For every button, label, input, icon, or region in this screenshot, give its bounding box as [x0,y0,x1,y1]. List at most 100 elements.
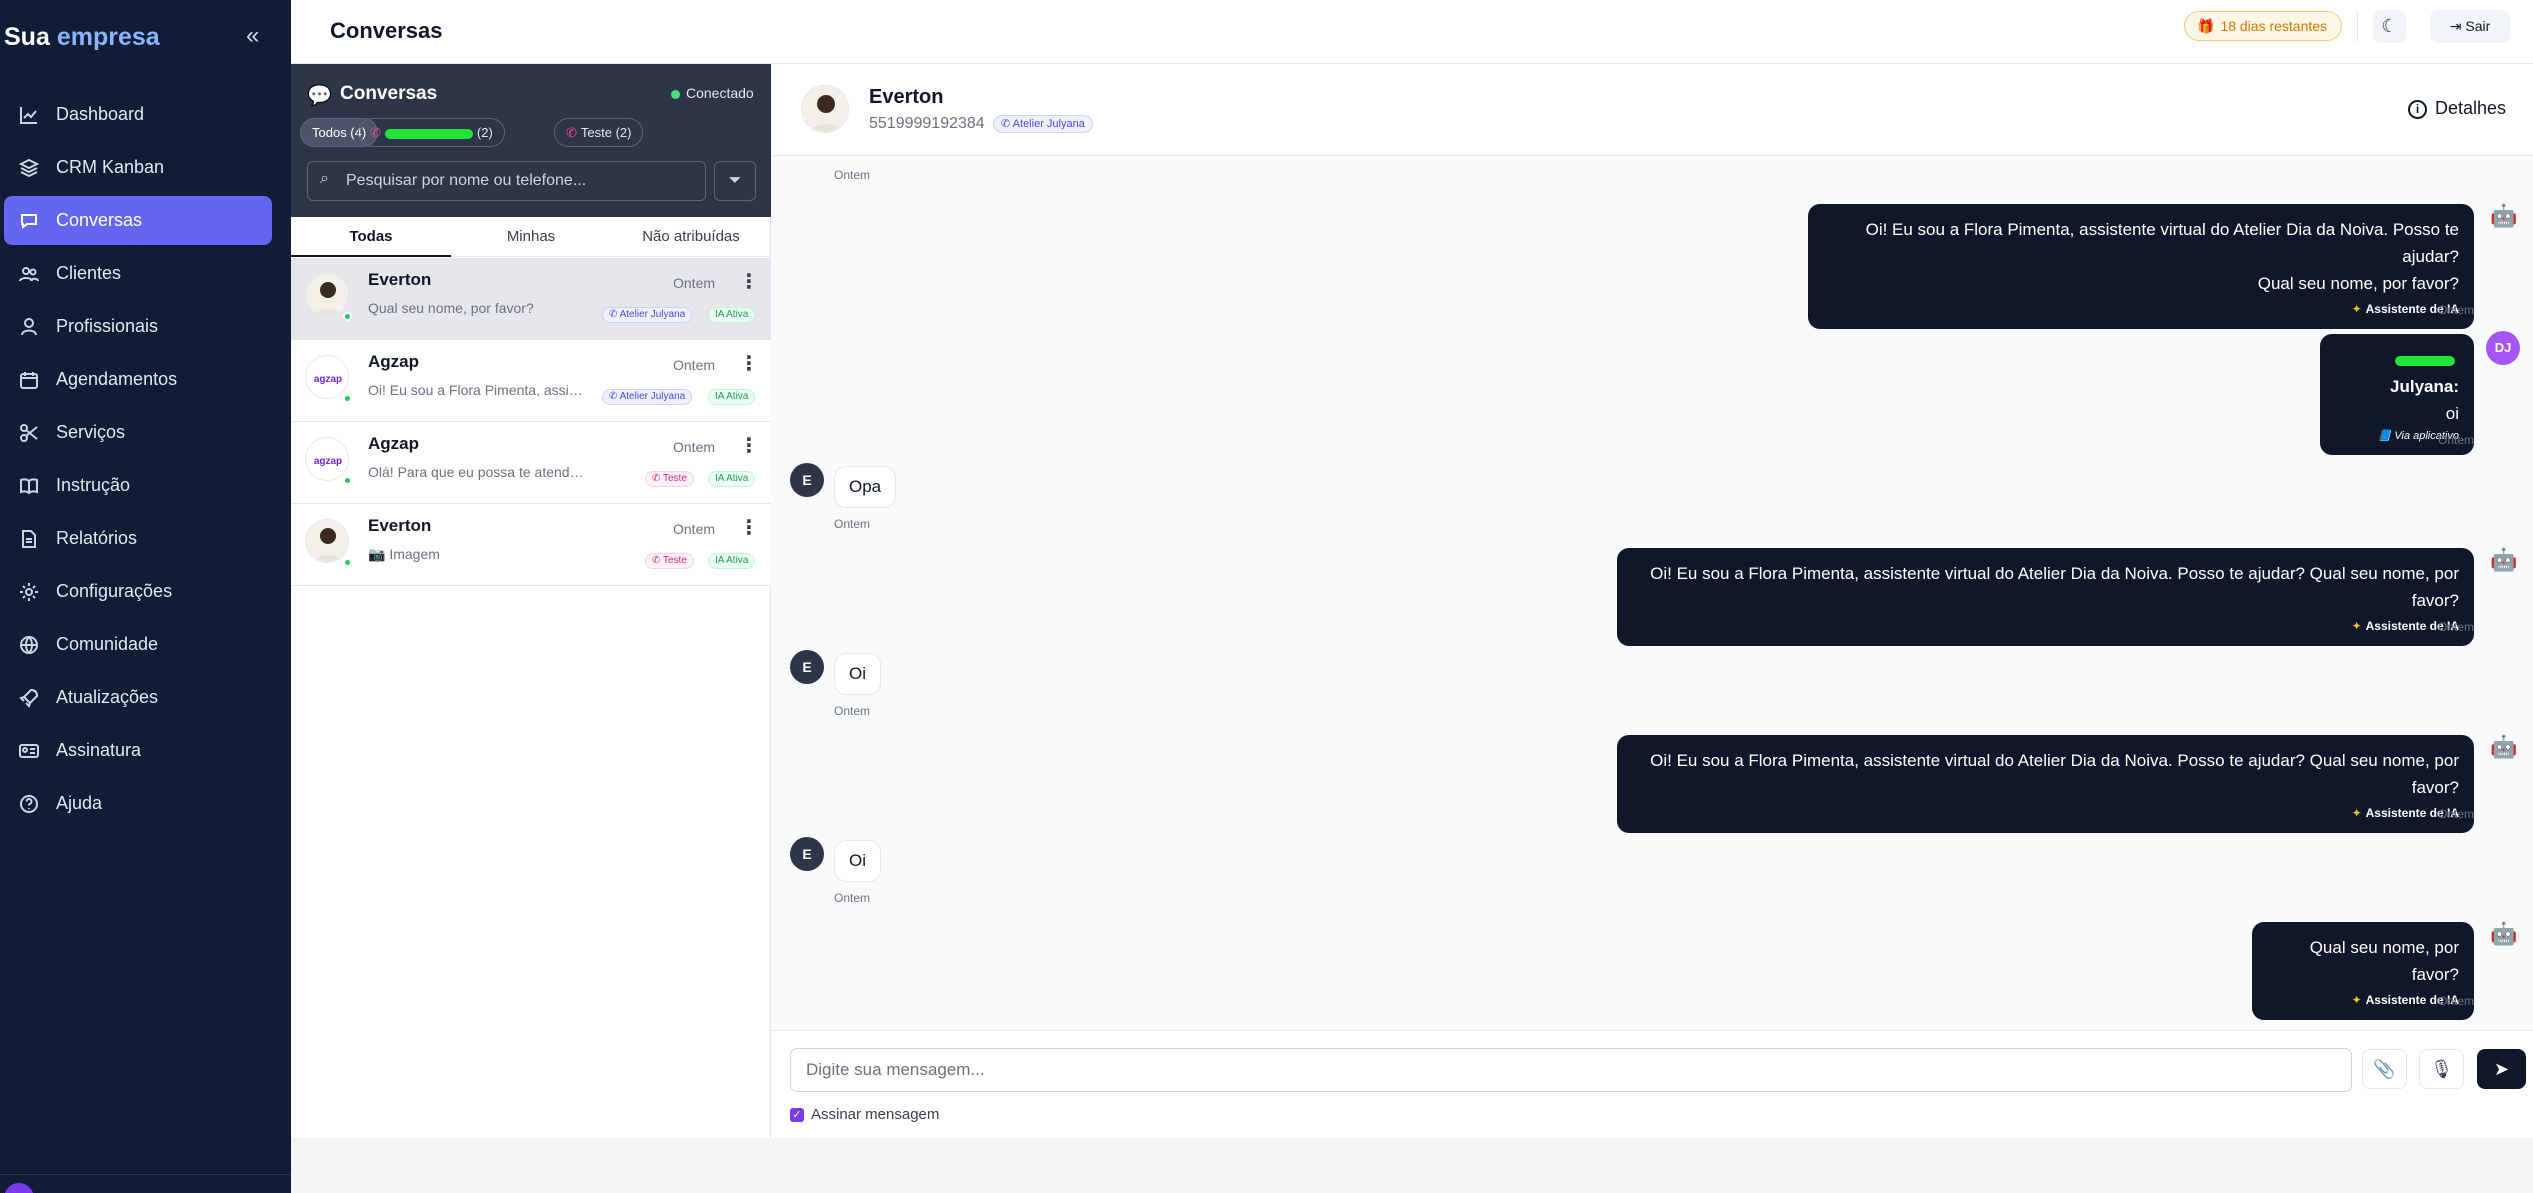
contact-avatar: E [790,463,824,497]
logout-button[interactable]: ⇥ Sair [2430,10,2510,43]
more-options-icon[interactable]: ⋮ [739,351,759,376]
details-button[interactable]: i Detalhes [2408,98,2506,119]
ai-status-badge: IA Ativa [708,307,756,323]
trial-badge[interactable]: 🎁 18 dias restantes [2184,11,2343,41]
message-list[interactable]: Ontem Oi! Eu sou a Flora Pimenta, assist… [772,157,2533,1029]
conversation-panel-header: 💬 Conversas Conectado Todos (4) ✆ (2) ✆ Te… [291,64,771,217]
sidebar-item-instrucao[interactable]: Instrução [4,461,272,510]
sidebar-nav: Dashboard CRM Kanban Conversas Clientes … [0,90,291,832]
checkbox-checked-icon: ✓ [790,1108,804,1123]
scissors-icon [20,423,38,442]
contact-avatar [305,273,349,317]
filter-button[interactable]: ⏷ [714,161,756,201]
conversation-item[interactable]: Everton Qual seu nome, por favor? Ontem … [291,258,771,340]
more-options-icon[interactable]: ⋮ [739,269,759,294]
ai-assistant-label: ✦ Assistente de IA [2351,302,2459,316]
conversation-time: Ontem [673,439,716,455]
send-button[interactable]: ➤ [2477,1049,2526,1089]
contact-message-bubble: Oi [834,840,881,882]
ai-status-badge: IA Ativa [708,471,756,487]
sidebar: Sua empresa « Dashboard CRM Kanban Conve… [0,0,291,1193]
sidebar-item-agendamentos[interactable]: Agendamentos [4,355,272,404]
sidebar-item-profissionais[interactable]: Profissionais [4,302,272,351]
rocket-icon [19,688,39,708]
chat-bubble-icon [21,213,37,229]
conversation-time: Ontem [673,275,716,291]
avatar[interactable] [4,1183,34,1193]
search-input[interactable] [307,161,706,201]
ai-message-bubble: Oi! Eu sou a Flora Pimenta, assistente v… [1808,204,2474,329]
conversation-item[interactable]: agzap Agzap Oi! Eu sou a Flora Pimenta, … [291,340,771,422]
funnel-icon: ⏷ [728,172,742,189]
id-card-icon [19,743,39,758]
sparkle-icon: ✦ [2351,806,2362,820]
svg-text:agzap: agzap [314,374,342,385]
message-composer: 📎 🎙 ➤ ✓Assinar mensagem [772,1030,2533,1138]
robot-icon: 🤖 [2490,734,2518,759]
sidebar-item-conversas[interactable]: Conversas [4,196,272,245]
collapse-sidebar-icon[interactable]: « [246,24,268,49]
ai-assistant-label: ✦ Assistente de IA [2351,619,2459,633]
conversation-item[interactable]: agzap Agzap Olá! Para que eu possa te at… [291,422,771,504]
message-preview: Olá! Para que eu possa te atender melhor… [368,464,588,480]
contact-name: Agzap [368,434,419,453]
book-icon: 📘 [2377,430,2392,442]
sidebar-item-assinatura[interactable]: Assinatura [4,726,272,775]
sidebar-item-atualizacoes[interactable]: Atualizações [4,673,272,722]
contact-avatar[interactable] [801,85,849,133]
tab-nao-atribuidas[interactable]: Não atribuídas [611,217,771,257]
sidebar-item-relatorios[interactable]: Relatórios [4,514,272,563]
theme-toggle-button[interactable]: ☾ [2373,10,2406,43]
ai-status-badge: IA Ativa [708,553,756,569]
conversation-item[interactable]: Everton 📷 Imagem Ontem ⋮ ✆ Teste IA Ativ… [291,504,771,586]
contact-avatar: E [790,837,824,871]
contact-avatar [305,519,349,563]
brand-logo[interactable]: Sua empresa [4,23,160,52]
sign-message-checkbox[interactable]: ✓ Assinar mensagem [790,1106,939,1123]
tab-todas[interactable]: Todas [291,217,451,257]
sidebar-item-ajuda[interactable]: Ajuda [4,779,272,828]
tab-minhas[interactable]: Minhas [451,217,611,257]
redacted-label [2395,355,2455,366]
more-options-icon[interactable]: ⋮ [739,515,759,540]
filter-chip-instance[interactable]: ✆ (2) [358,118,505,147]
chart-line-icon [20,106,37,124]
report-icon [22,529,36,548]
message-time: Ontem [2438,620,2475,634]
paperclip-icon: 📎 [2373,1059,2396,1079]
ai-message-bubble: Oi! Eu sou a Flora Pimenta, assistente v… [1617,735,2474,833]
filter-chip-teste[interactable]: ✆ Teste (2) [554,118,644,147]
sidebar-item-comunidade[interactable]: Comunidade [4,620,272,669]
connection-status: Conectado [671,85,754,101]
instance-tag: ✆ Atelier Julyana [993,115,1093,133]
attach-button[interactable]: 📎 [2362,1049,2407,1089]
message-input[interactable] [790,1048,2352,1092]
voice-record-button[interactable]: 🎙 [2419,1049,2464,1089]
divider [2357,12,2358,42]
moon-icon: ☾ [2381,16,2398,36]
sidebar-item-clientes[interactable]: Clientes [4,249,272,298]
message-time: Ontem [2438,433,2475,447]
message-time: Ontem [834,704,871,718]
redacted-label [384,128,473,139]
robot-icon: 🤖 [2490,921,2518,946]
message-time: Ontem [2438,807,2475,821]
ai-message-bubble: Oi! Eu sou a Flora Pimenta, assistente v… [1617,548,2474,646]
sidebar-item-crm-kanban[interactable]: CRM Kanban [4,143,272,192]
more-options-icon[interactable]: ⋮ [739,433,759,458]
sidebar-item-configuracoes[interactable]: Configurações [4,567,272,616]
sidebar-item-servicos[interactable]: Serviços [4,408,272,457]
message-preview: Qual seu nome, por favor? [368,300,534,316]
phone-icon: ✆ [566,125,577,140]
contact-name: Agzap [368,352,419,371]
agzap-logo: agzap [305,355,349,399]
contact-message-bubble: Opa [834,466,897,508]
robot-icon: 🤖 [2490,203,2518,228]
sidebar-item-dashboard[interactable]: Dashboard [4,90,272,139]
message-time: Ontem [834,891,871,905]
conversation-time: Ontem [673,521,716,537]
agent-avatar: DJ [2486,331,2520,365]
search-icon: ⌕ [320,170,329,187]
gift-icon: 🎁 [2197,18,2215,34]
topbar: Conversas 🎁 18 dias restantes ☾ ⇥ Sair [291,0,2533,64]
